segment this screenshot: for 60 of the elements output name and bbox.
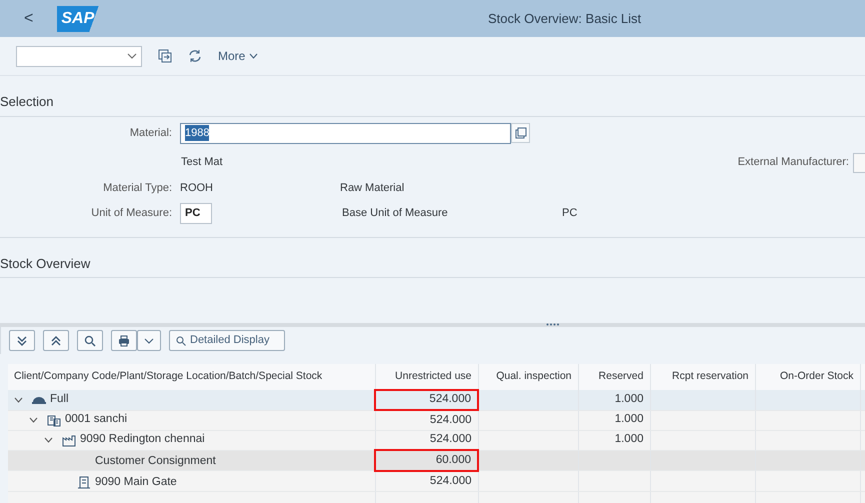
tree-node[interactable]: 9090 Main Gate: [8, 470, 375, 492]
material-description: Test Mat: [181, 154, 223, 170]
factory-icon: [62, 434, 76, 447]
more-button[interactable]: More: [218, 47, 258, 65]
back-button[interactable]: <: [24, 6, 34, 30]
expand-all-button[interactable]: [9, 330, 35, 351]
print-menu-button[interactable]: [137, 330, 161, 351]
dropdown-field[interactable]: [16, 46, 142, 66]
double-chevron-up-icon: [50, 334, 62, 346]
column-header: On-Order Stock: [755, 364, 860, 390]
field-label: Base Unit of Measure: [342, 206, 449, 221]
chevron-down-icon[interactable]: [44, 436, 53, 443]
collapse-all-button[interactable]: [43, 330, 69, 351]
unit-field[interactable]: PC: [180, 202, 212, 224]
column-header: Unrestricted use: [375, 364, 478, 390]
field-label: Unit of Measure:: [90, 206, 172, 221]
chevron-down-icon[interactable]: [29, 416, 38, 423]
column-header: Reserved: [578, 364, 650, 390]
column-header: Client/Company Code/Plant/Storage Location/Batch/Special Stock: [8, 364, 375, 390]
tree-node[interactable]: 0001 sanchi: [8, 410, 375, 430]
table-cell: 1.000: [578, 430, 650, 450]
table-cell: 1.000: [578, 390, 650, 410]
chevron-down-icon: [127, 53, 137, 59]
table-cell: 60.000: [375, 450, 478, 471]
tree-node[interactable]: Full: [8, 390, 375, 410]
building-icon: [77, 476, 91, 489]
field-label: Material Type:: [102, 180, 172, 196]
field-label: Material:: [128, 126, 172, 141]
printer-icon: [118, 334, 130, 346]
search-button[interactable]: [77, 330, 103, 351]
detailed-display-button[interactable]: Detailed Display: [169, 330, 285, 351]
column-header: Qual. inspection: [478, 364, 578, 390]
chevron-down-icon: [249, 53, 258, 59]
column-header: Rcpt reservation: [650, 364, 755, 390]
table-cell: 1.000: [578, 410, 650, 430]
tree-node[interactable]: Customer Consignment: [8, 450, 375, 471]
splitter-handle-icon[interactable]: [546, 323, 560, 326]
refresh-icon[interactable]: [188, 49, 202, 63]
field-value: ROOH: [180, 180, 214, 196]
manufacturer-field[interactable]: [853, 152, 865, 172]
chevron-down-icon: [144, 338, 154, 344]
zoom-icon: [176, 336, 186, 346]
table-cell: 524.000: [375, 390, 478, 410]
material-type-description: Raw Material: [340, 180, 404, 196]
page-title: Stock Overview: Basic List: [488, 10, 642, 28]
print-button[interactable]: [111, 330, 137, 351]
field-value: 1988: [185, 124, 210, 142]
double-chevron-down-icon: [16, 334, 28, 346]
table-cell: 524.000: [375, 410, 478, 430]
building-icon: [47, 414, 61, 427]
search-icon: [84, 334, 96, 346]
material-field[interactable]: 1988: [180, 122, 511, 144]
field-label: External Manufacturer:: [738, 155, 849, 170]
tree-node[interactable]: 9090 Redington chennai: [8, 430, 375, 450]
chevron-down-icon[interactable]: [14, 396, 23, 403]
field-value: PC: [562, 206, 578, 221]
section-title: Selection: [0, 93, 54, 111]
copy-icon[interactable]: [158, 49, 172, 63]
value-help-icon[interactable]: [511, 123, 530, 143]
section-title: Stock Overview: [0, 254, 92, 272]
